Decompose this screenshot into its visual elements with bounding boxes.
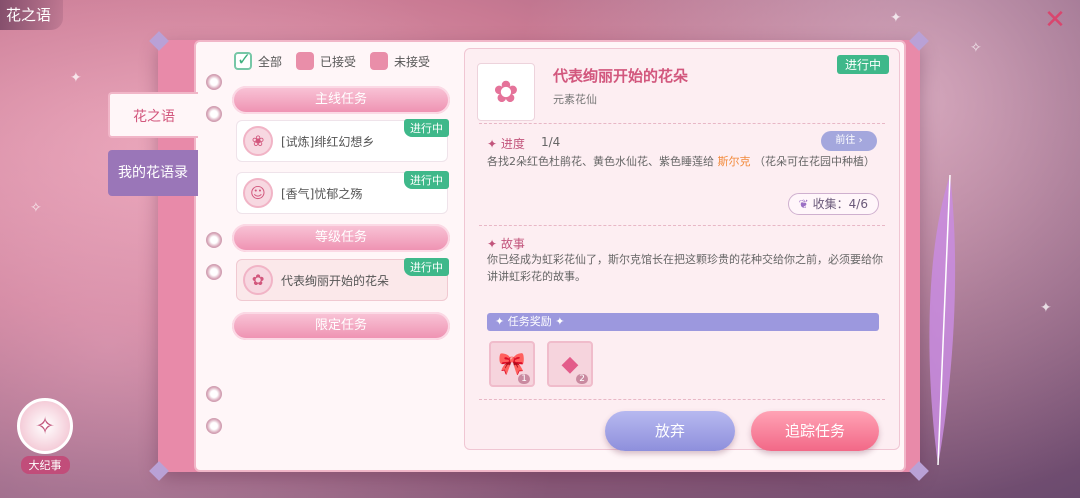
task-detail-panel: ✿ 代表绚丽开始的花朵 元素花仙 进行中 ✦ 进度 1/4 前往 › 各找2朵红… (464, 48, 900, 451)
chronicle-label: 大纪事 (20, 456, 70, 474)
story-text: 你已经成为虹彩花仙了，斯尔克馆长在把这颗珍贵的花种交给你之前，必须要给你讲讲虹彩… (487, 253, 883, 283)
goto-button[interactable]: 前往 › (821, 131, 877, 151)
task-name: [试炼]绯红幻想乡 (281, 134, 375, 149)
sparkle-icon: ✦ (890, 10, 902, 26)
sparkle-icon: ✧ (970, 40, 982, 56)
binder-ring (206, 74, 222, 90)
divider (479, 399, 885, 400)
goto-label: 前往 (835, 135, 856, 146)
fairy-icon: ☺ (243, 178, 273, 208)
sparkle-icon: ✦ (70, 70, 82, 86)
reward-item[interactable]: 🎀 1 (489, 341, 535, 387)
filter-label: 未接受 (394, 54, 431, 69)
checkbox-icon[interactable] (296, 52, 315, 70)
status-badge: 进行中 (404, 119, 449, 137)
collect-counter: ❦ 收集：4/6 (787, 193, 879, 215)
filter-not-accepted[interactable]: 未接受 (370, 52, 430, 70)
bell-bow-icon: 🎀 (498, 351, 526, 377)
progress-desc-text: 各找2朵红色杜鹃花、黄色水仙花、紫色睡莲给 (487, 155, 718, 168)
progress-label-text: 进度 (500, 137, 525, 151)
lotus-icon: ❦ (798, 197, 809, 211)
rose-icon: ✿ (243, 265, 273, 295)
feather-decoration (929, 174, 956, 466)
binder-ring (206, 264, 222, 280)
binder-ring (206, 106, 222, 122)
task-item[interactable]: ☺ [香气]忧郁之殇 进行中 (236, 171, 449, 214)
progress-label: ✦ 进度 (487, 137, 525, 151)
divider (479, 123, 885, 124)
binder-ring (206, 386, 222, 402)
task-title: 代表绚丽开始的花朵 (553, 67, 689, 85)
binder-ring (206, 232, 222, 248)
task-item[interactable]: ❀ [试炼]绯红幻想乡 进行中 (236, 119, 449, 162)
task-item-selected[interactable]: ✿ 代表绚丽开始的花朵 进行中 (236, 258, 449, 301)
checkbox-icon[interactable] (370, 52, 389, 70)
gem-icon: ◆ (561, 351, 579, 377)
abandon-button[interactable]: 放弃 (605, 411, 735, 451)
task-name: 代表绚丽开始的花朵 (281, 273, 390, 288)
reward-count: 1 (518, 374, 530, 384)
tab-flower-language[interactable]: 花之语 (108, 92, 198, 138)
status-badge: 进行中 (404, 258, 449, 276)
sparkle-icon: ✦ (1040, 300, 1052, 316)
filter-accepted[interactable]: 已接受 (296, 52, 356, 70)
reward-label: 任务奖励 (507, 315, 552, 328)
section-limited-quests[interactable]: 限定任务 (232, 312, 450, 340)
reward-count: 2 (576, 374, 588, 384)
story-label-text: 故事 (500, 237, 525, 251)
filter-all[interactable]: 全部 (234, 50, 283, 70)
reward-item[interactable]: ◆ 2 (547, 341, 593, 387)
status-badge: 进行中 (836, 55, 889, 74)
filter-label: 已接受 (320, 54, 357, 69)
section-level-quests[interactable]: 等级任务 (232, 224, 450, 252)
checkbox-checked-icon[interactable] (234, 50, 252, 70)
rose-icon: ✿ (477, 63, 535, 121)
track-task-button[interactable]: 追踪任务 (751, 411, 879, 451)
progress-desc-text: （花朵可在花园中种植） (750, 155, 875, 168)
task-name: [香气]忧郁之殇 (281, 186, 363, 201)
flower-icon: ❀ (243, 126, 273, 156)
reward-header: ✦ 任务奖励 ✦ (487, 313, 879, 331)
progress-value: 1/4 (541, 135, 561, 149)
filter-row: 全部 已接受 未接受 (234, 50, 430, 70)
tab-my-flower-record[interactable]: 我的花语录 (108, 150, 198, 196)
binder-ring (206, 418, 222, 434)
divider (479, 225, 885, 226)
book-icon: ✧ (17, 398, 73, 454)
npc-name-highlight: 斯尔克 (717, 155, 751, 168)
sparkle-icon: ✧ (30, 200, 42, 216)
collect-label: 收集：4/6 (812, 197, 868, 211)
section-main-quests[interactable]: 主线任务 (232, 86, 450, 114)
story-label: ✦ 故事 (487, 237, 525, 251)
app-title: 花之语 (0, 0, 64, 30)
progress-description: 各找2朵红色杜鹃花、黄色水仙花、紫色睡莲给 斯尔克 （花朵可在花园中种植） (487, 153, 887, 170)
task-subtitle: 元素花仙 (553, 93, 597, 106)
status-badge: 进行中 (404, 171, 449, 189)
filter-label: 全部 (258, 54, 283, 69)
chronicle-button[interactable]: ✧ 大纪事 (14, 398, 76, 474)
close-icon[interactable]: ✕ (1040, 6, 1070, 36)
